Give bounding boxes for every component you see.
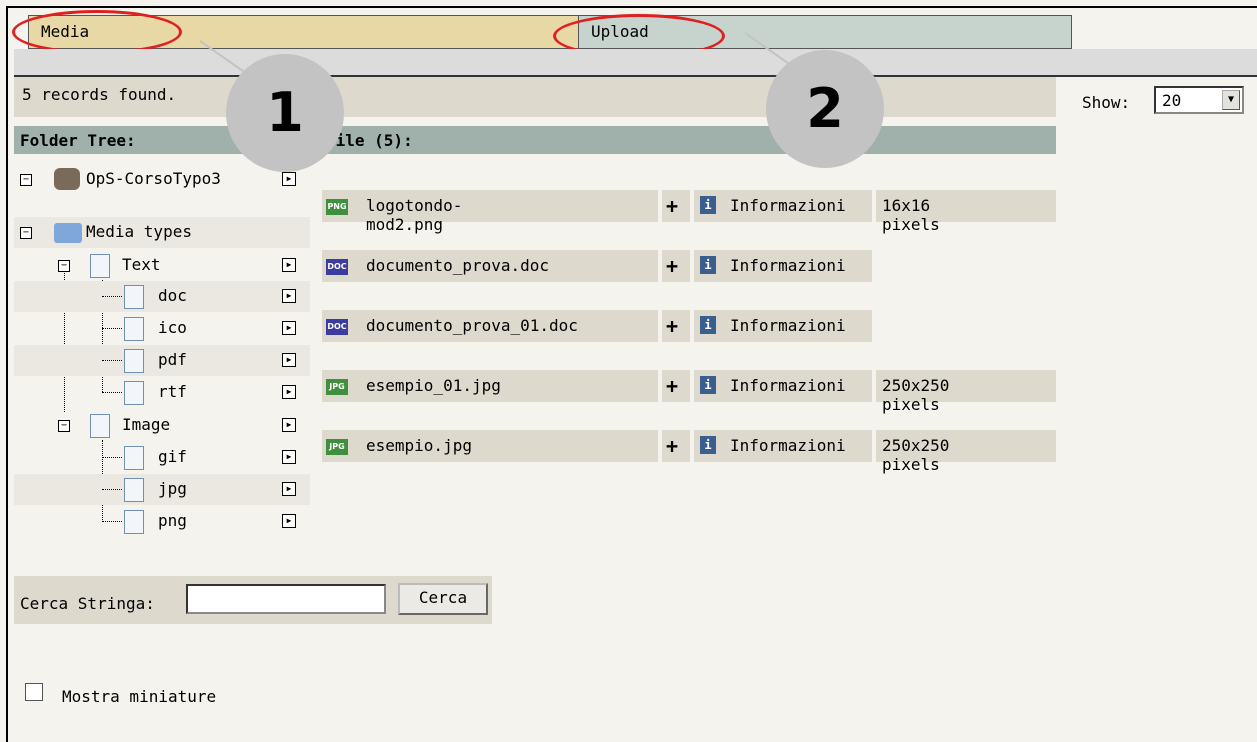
collapse-icon[interactable]: − <box>20 174 32 186</box>
add-icon[interactable]: + <box>666 194 678 218</box>
tree-connector <box>102 328 122 329</box>
expand-arrow-icon[interactable]: ▶ <box>282 321 296 335</box>
jpg-file-icon: JPG <box>326 439 348 455</box>
show-thumbnails-checkbox[interactable] <box>25 683 43 701</box>
info-link[interactable]: Informazioni <box>730 376 846 395</box>
jpg-file-icon: JPG <box>326 379 348 395</box>
collapse-icon[interactable]: − <box>20 227 32 239</box>
tree-item-label: ico <box>158 318 187 337</box>
tree-item-label: Text <box>122 255 161 274</box>
tree-item-label: OpS-CorsoTypo3 <box>86 169 221 188</box>
tree-item-text[interactable]: − Text ▶ <box>14 250 310 281</box>
info-link[interactable]: Informazioni <box>730 196 846 215</box>
expand-arrow-icon[interactable]: ▶ <box>282 385 296 399</box>
info-icon[interactable]: i <box>700 436 716 454</box>
expand-arrow-icon[interactable]: ▶ <box>282 450 296 464</box>
tree-item-label: Image <box>122 415 171 434</box>
file-name[interactable]: esempio_01.jpg <box>366 376 501 395</box>
file-dimensions: 16x16 pixels <box>882 196 940 234</box>
expand-arrow-icon[interactable]: ▶ <box>282 418 296 432</box>
expand-arrow-icon[interactable]: ▶ <box>282 258 296 272</box>
callout-1: 1 <box>226 54 344 172</box>
file-list-header: File (5): <box>320 126 1056 154</box>
info-icon[interactable]: i <box>700 196 716 214</box>
file-name[interactable]: documento_prova.doc <box>366 256 549 275</box>
tree-item-jpg[interactable]: jpg ▶ <box>14 474 310 505</box>
info-link[interactable]: Informazioni <box>730 256 846 275</box>
tree-item-label: jpg <box>158 479 187 498</box>
collapse-icon[interactable]: − <box>58 260 70 272</box>
tree-connector <box>102 360 122 361</box>
chevron-down-icon[interactable]: ▼ <box>1222 90 1240 110</box>
show-thumbnails-label: Mostra miniature <box>62 687 217 706</box>
tree-item-label: doc <box>158 286 187 305</box>
page-icon <box>124 478 144 502</box>
add-icon[interactable]: + <box>666 434 678 458</box>
tree-item-pdf[interactable]: pdf ▶ <box>14 345 310 376</box>
folder-icon <box>54 223 82 243</box>
callout-2: 2 <box>766 50 884 168</box>
tree-item-label: rtf <box>158 382 187 401</box>
page-icon <box>124 317 144 341</box>
tree-item-ico[interactable]: ico ▶ <box>14 313 310 344</box>
file-name[interactable]: logotondo-mod2.png <box>366 196 462 234</box>
toolbar-strip <box>14 49 1257 77</box>
expand-arrow-icon[interactable]: ▶ <box>282 482 296 496</box>
file-dimensions: 250x250 pixels <box>882 436 950 474</box>
page-icon <box>90 414 110 438</box>
add-icon[interactable]: + <box>666 254 678 278</box>
search-panel: Cerca Stringa: Cerca <box>14 576 492 624</box>
page-icon <box>124 510 144 534</box>
file-dimensions: 250x250 pixels <box>882 376 950 414</box>
tree-item-image[interactable]: − Image ▶ <box>14 410 310 441</box>
file-name[interactable]: documento_prova_01.doc <box>366 316 578 335</box>
search-button[interactable]: Cerca <box>398 583 488 615</box>
page-icon <box>124 446 144 470</box>
tree-item-label: pdf <box>158 350 187 369</box>
show-value: 20 <box>1162 91 1182 110</box>
png-file-icon: PNG <box>326 199 348 215</box>
tree-item-png[interactable]: png ▶ <box>14 506 310 537</box>
info-link[interactable]: Informazioni <box>730 436 846 455</box>
page-icon <box>124 381 144 405</box>
info-icon[interactable]: i <box>700 316 716 334</box>
tree-connector <box>102 296 122 297</box>
doc-file-icon: DOC <box>326 259 348 275</box>
records-bar: 5 records found. <box>14 77 1056 117</box>
tree-item-label: png <box>158 511 187 530</box>
expand-arrow-icon[interactable]: ▶ <box>282 514 296 528</box>
tree-item-media-types[interactable]: − Media types <box>14 217 310 248</box>
tree-connector <box>102 489 122 490</box>
expand-arrow-icon[interactable]: ▶ <box>282 172 296 186</box>
records-count: 5 records found. <box>22 85 177 104</box>
search-label: Cerca Stringa: <box>20 594 155 613</box>
show-label: Show: <box>1082 93 1131 112</box>
collapse-icon[interactable]: − <box>58 420 70 432</box>
page-icon <box>124 349 144 373</box>
info-link[interactable]: Informazioni <box>730 316 846 335</box>
tree-connector <box>102 392 122 393</box>
add-icon[interactable]: + <box>666 374 678 398</box>
file-name[interactable]: esempio.jpg <box>366 436 472 455</box>
tree-connector <box>102 457 122 458</box>
info-icon[interactable]: i <box>700 256 716 274</box>
tree-connector <box>102 521 122 522</box>
show-select[interactable]: 20 ▼ <box>1154 86 1244 114</box>
site-icon <box>54 168 80 190</box>
add-icon[interactable]: + <box>666 314 678 338</box>
page-icon <box>124 285 144 309</box>
tree-item-label: Media types <box>86 222 192 241</box>
info-icon[interactable]: i <box>700 376 716 394</box>
highlight-ellipse-media <box>12 10 182 54</box>
expand-arrow-icon[interactable]: ▶ <box>282 289 296 303</box>
tree-item-label: gif <box>158 447 187 466</box>
expand-arrow-icon[interactable]: ▶ <box>282 353 296 367</box>
tree-item-doc[interactable]: doc ▶ <box>14 281 310 312</box>
tree-item-rtf[interactable]: rtf ▶ <box>14 377 310 408</box>
doc-file-icon: DOC <box>326 319 348 335</box>
page-icon <box>90 254 110 278</box>
tree-item-gif[interactable]: gif ▶ <box>14 442 310 473</box>
search-input[interactable] <box>186 584 386 614</box>
folder-tree-title: Folder Tree: <box>20 131 136 150</box>
